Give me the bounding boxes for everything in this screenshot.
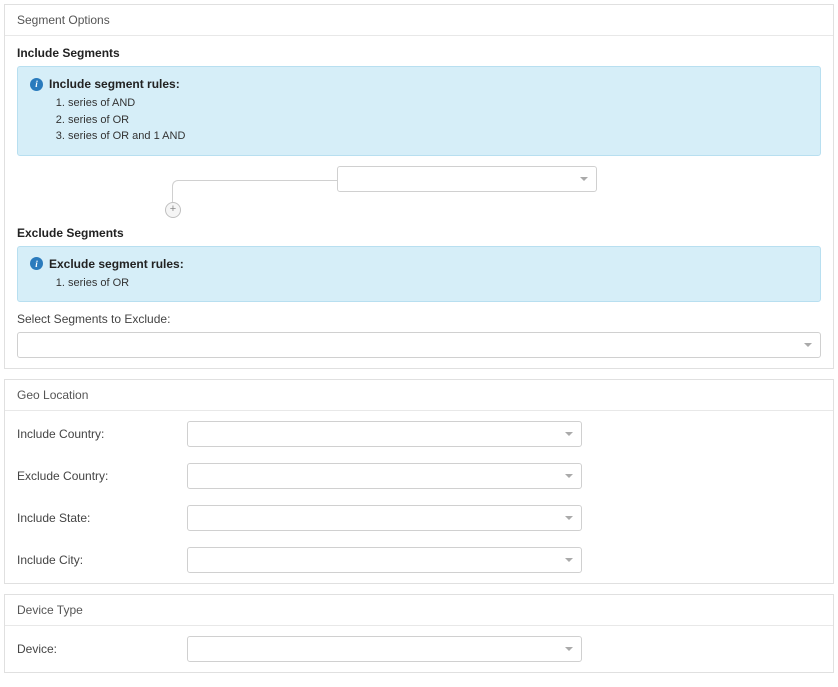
exclude-segments-section: Exclude Segments i Exclude segment rules… bbox=[17, 226, 821, 359]
include-city-label: Include City: bbox=[17, 553, 187, 567]
include-city-row: Include City: bbox=[17, 547, 821, 573]
connector-line bbox=[172, 180, 337, 210]
exclude-rules-label: Exclude segment rules: bbox=[49, 257, 184, 271]
exclude-rules-title-row: i Exclude segment rules: bbox=[30, 257, 808, 271]
exclude-country-label: Exclude Country: bbox=[17, 469, 187, 483]
include-state-label: Include State: bbox=[17, 511, 187, 525]
device-label: Device: bbox=[17, 642, 187, 656]
geo-location-header: Geo Location bbox=[5, 380, 833, 411]
chevron-down-icon bbox=[565, 474, 573, 478]
device-select[interactable] bbox=[187, 636, 582, 662]
include-state-select[interactable] bbox=[187, 505, 582, 531]
include-rules-info-box: i Include segment rules: series of AND s… bbox=[17, 66, 821, 156]
include-rules-list: series of AND series of OR series of OR … bbox=[68, 95, 808, 145]
info-icon: i bbox=[30, 78, 43, 91]
include-segment-select[interactable] bbox=[337, 166, 597, 192]
segment-options-title: Segment Options bbox=[17, 13, 110, 27]
segment-options-header: Segment Options bbox=[5, 5, 833, 36]
include-country-select[interactable] bbox=[187, 421, 582, 447]
segment-connector-area: + bbox=[17, 166, 821, 210]
include-rule-item: series of OR bbox=[68, 112, 808, 129]
include-country-row: Include Country: bbox=[17, 421, 821, 447]
chevron-down-icon bbox=[565, 432, 573, 436]
info-icon: i bbox=[30, 257, 43, 270]
geo-location-body: Include Country: Exclude Country: Includ… bbox=[5, 411, 833, 583]
exclude-segment-select[interactable] bbox=[17, 332, 821, 358]
exclude-rules-list: series of OR bbox=[68, 275, 808, 292]
chevron-down-icon bbox=[565, 647, 573, 651]
include-segments-title: Include Segments bbox=[17, 46, 821, 60]
device-type-body: Device: bbox=[5, 626, 833, 672]
device-type-title: Device Type bbox=[17, 603, 83, 617]
chevron-down-icon bbox=[565, 558, 573, 562]
exclude-select-section: Select Segments to Exclude: bbox=[17, 312, 821, 358]
include-rule-item: series of AND bbox=[68, 95, 808, 112]
geo-location-title: Geo Location bbox=[17, 388, 88, 402]
exclude-country-select[interactable] bbox=[187, 463, 582, 489]
include-rule-item: series of OR and 1 AND bbox=[68, 128, 808, 145]
include-country-label: Include Country: bbox=[17, 427, 187, 441]
include-state-row: Include State: bbox=[17, 505, 821, 531]
exclude-select-label: Select Segments to Exclude: bbox=[17, 312, 821, 326]
exclude-rules-info-box: i Exclude segment rules: series of OR bbox=[17, 246, 821, 303]
include-city-select[interactable] bbox=[187, 547, 582, 573]
exclude-rule-item: series of OR bbox=[68, 275, 808, 292]
device-row: Device: bbox=[17, 636, 821, 662]
segment-options-body: Include Segments i Include segment rules… bbox=[5, 36, 833, 368]
chevron-down-icon bbox=[580, 177, 588, 181]
exclude-country-row: Exclude Country: bbox=[17, 463, 821, 489]
chevron-down-icon bbox=[804, 343, 812, 347]
exclude-segments-title: Exclude Segments bbox=[17, 226, 821, 240]
include-rules-label: Include segment rules: bbox=[49, 77, 180, 91]
segment-options-panel: Segment Options Include Segments i Inclu… bbox=[4, 4, 834, 369]
geo-location-panel: Geo Location Include Country: Exclude Co… bbox=[4, 379, 834, 584]
include-segment-select-wrap bbox=[337, 166, 597, 192]
device-type-panel: Device Type Device: bbox=[4, 594, 834, 673]
device-type-header: Device Type bbox=[5, 595, 833, 626]
add-segment-button[interactable]: + bbox=[165, 202, 181, 218]
chevron-down-icon bbox=[565, 516, 573, 520]
include-rules-title-row: i Include segment rules: bbox=[30, 77, 808, 91]
include-segments-section: Include Segments i Include segment rules… bbox=[17, 46, 821, 210]
